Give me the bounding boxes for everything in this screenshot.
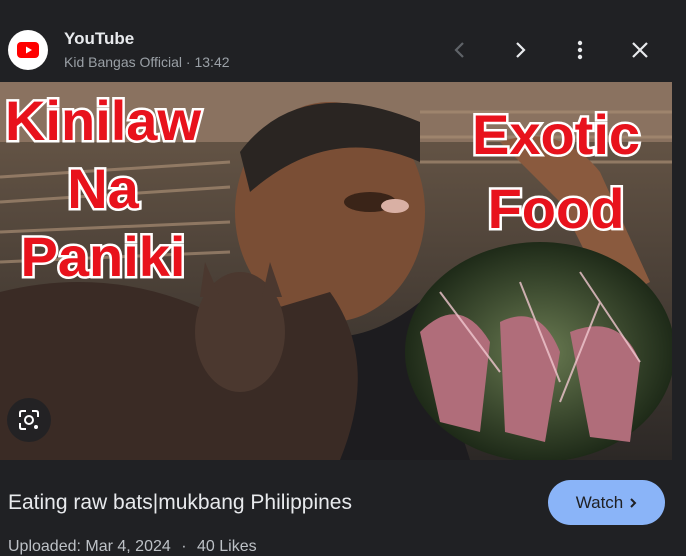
likes-count: 40 Likes (197, 538, 257, 555)
source-meta: Kid Bangas Official · 13:42 (64, 54, 230, 70)
google-lens-icon (19, 410, 39, 430)
channel-name[interactable]: Kid Bangas Official (64, 54, 182, 70)
more-vert-icon (577, 40, 583, 60)
visual-search-button[interactable] (7, 398, 51, 442)
meta-separator: · (185, 54, 191, 70)
chevron-right-icon (630, 497, 637, 508)
source-name[interactable]: YouTube (64, 29, 134, 49)
result-meta: Uploaded: Mar 4, 2024 · 40 Likes (8, 538, 257, 556)
overlay-text-line: Kinilaw (5, 89, 201, 152)
overlay-text-line: Food (488, 177, 625, 240)
overlay-text-line: Exotic (472, 103, 640, 166)
chevron-right-icon (516, 42, 526, 58)
overlay-text-line: Na (67, 157, 139, 220)
more-options-button[interactable] (560, 30, 600, 70)
thumbnail-artwork: Kinilaw Na Paniki Exotic Food (0, 82, 672, 460)
close-icon (632, 42, 648, 58)
video-duration: 13:42 (194, 54, 230, 70)
overlay-text-line: Paniki (21, 225, 186, 288)
upload-date: Uploaded: Mar 4, 2024 (8, 538, 171, 555)
result-title[interactable]: Eating raw bats|mukbang Philippines (8, 491, 352, 515)
previous-button[interactable] (440, 30, 480, 70)
thumbnail-image[interactable]: Kinilaw Na Paniki Exotic Food (0, 82, 672, 460)
watch-label: Watch (575, 492, 624, 512)
viewer-header: YouTube Kid Bangas Official · 13:42 (0, 0, 686, 82)
chevron-left-icon (454, 42, 464, 58)
watch-button[interactable]: Watch (548, 480, 665, 525)
next-button[interactable] (500, 30, 540, 70)
close-button[interactable] (620, 30, 660, 70)
meta-separator: · (181, 538, 187, 555)
youtube-logo-icon (8, 30, 48, 70)
